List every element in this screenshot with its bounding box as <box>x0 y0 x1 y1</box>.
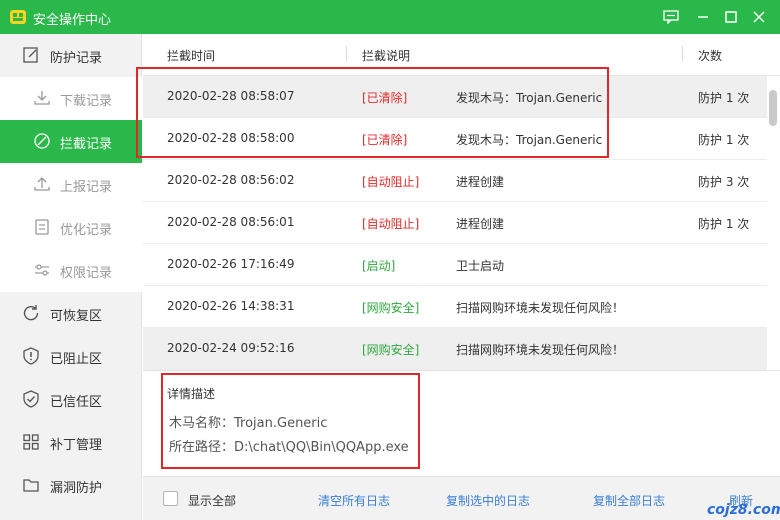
row-time: 2020-02-26 17:16:49 <box>167 257 295 271</box>
show-all-label[interactable]: 显示全部 <box>188 492 236 509</box>
table-row[interactable]: 2020-02-26 14:38:31 [网购安全] 扫描网购环境未发现任何风险… <box>143 286 767 328</box>
sidebar-item-protection-log[interactable]: 防护记录 <box>0 34 142 77</box>
sidebar-item-label: 优化记录 <box>60 223 113 238</box>
table-row[interactable]: 2020-02-24 09:52:16 [网购安全] 扫描网购环境未发现任何风险… <box>143 328 767 370</box>
sidebar-item-label: 上报记录 <box>60 180 113 195</box>
feedback-icon[interactable] <box>659 5 683 29</box>
restore-icon <box>23 305 39 321</box>
row-status-tag: [自动阻止] <box>362 175 420 189</box>
watermark: cojz8.com <box>707 502 780 518</box>
row-description: 卫士启动 <box>456 259 505 273</box>
column-header-desc[interactable]: 拦截说明 <box>362 47 410 64</box>
sidebar-item-intercept-log[interactable]: 拦截记录 <box>0 120 142 163</box>
block-icon <box>34 133 50 149</box>
row-description: 进程创建 <box>456 175 505 189</box>
row-status-tag: [自动阻止] <box>362 217 420 231</box>
sidebar-item-optimize-log[interactable]: 优化记录 <box>0 206 142 249</box>
row-count: 防护 1 次 <box>698 217 750 231</box>
sidebar-item-report-log[interactable]: 上报记录 <box>0 163 142 206</box>
sidebar-item-recoverable[interactable]: 可恢复区 <box>0 292 142 335</box>
sidebar-item-label: 下载记录 <box>60 94 113 109</box>
sidebar-item-trusted[interactable]: 已信任区 <box>0 378 142 421</box>
maximize-icon[interactable] <box>719 5 743 29</box>
grid-icon <box>23 434 39 450</box>
show-all-checkbox[interactable] <box>163 491 178 506</box>
table-row[interactable]: 2020-02-28 08:56:01 [自动阻止] 进程创建 防护 1 次 <box>143 202 767 244</box>
column-header-count[interactable]: 次数 <box>698 47 722 64</box>
highlight-box-detail <box>161 373 420 469</box>
clear-all-logs-link[interactable]: 清空所有日志 <box>318 492 390 509</box>
download-icon <box>34 91 50 105</box>
row-status-tag: [网购安全] <box>362 301 420 315</box>
table-row[interactable]: 2020-02-26 17:16:49 [启动] 卫士启动 <box>143 244 767 286</box>
upload-icon <box>34 177 50 191</box>
row-count: 防护 3 次 <box>698 175 750 189</box>
sidebar-item-blocked[interactable]: 已阻止区 <box>0 335 142 378</box>
row-count: 防护 1 次 <box>698 91 750 105</box>
sliders-icon <box>35 264 49 276</box>
app-logo-icon <box>10 10 26 24</box>
row-count: 防护 1 次 <box>698 133 750 147</box>
sidebar: 防护记录 下载记录 拦截记录 上报记录 优化记录 权限记录 可恢复区 已阻止区 … <box>0 34 142 520</box>
row-status-tag: [网购安全] <box>362 343 420 357</box>
edit-doc-icon <box>23 47 38 63</box>
copy-selected-logs-link[interactable]: 复制选中的日志 <box>446 492 530 509</box>
table-scrollbar[interactable] <box>767 76 780 370</box>
copy-all-logs-link[interactable]: 复制全部日志 <box>593 492 665 509</box>
row-description: 进程创建 <box>456 217 505 231</box>
shield-alert-icon <box>23 347 39 365</box>
sidebar-item-patch-manage[interactable]: 补丁管理 <box>0 421 142 464</box>
column-divider[interactable] <box>682 46 683 62</box>
shield-check-icon <box>23 390 39 408</box>
sidebar-item-permission-log[interactable]: 权限记录 <box>0 249 142 292</box>
sidebar-item-download-log[interactable]: 下载记录 <box>0 77 142 120</box>
sidebar-item-label: 拦截记录 <box>60 137 113 152</box>
row-time: 2020-02-26 14:38:31 <box>167 299 295 313</box>
sidebar-item-label: 防护记录 <box>50 51 103 66</box>
close-icon[interactable] <box>747 5 771 29</box>
row-description: 扫描网购环境未发现任何风险！ <box>456 301 625 315</box>
sidebar-item-label: 已信任区 <box>50 395 103 410</box>
folder-icon <box>23 479 39 492</box>
minimize-icon[interactable] <box>691 5 715 29</box>
column-divider[interactable] <box>346 46 347 62</box>
sidebar-item-label: 漏洞防护 <box>50 481 103 496</box>
sidebar-item-label: 权限记录 <box>60 266 113 281</box>
scrollbar-thumb[interactable] <box>769 90 777 126</box>
footer-bar: 显示全部 清空所有日志 复制选中的日志 复制全部日志 刷新 <box>143 476 780 520</box>
title-bar: 安全操作中心 <box>0 0 780 34</box>
table-row[interactable]: 2020-02-28 08:56:02 [自动阻止] 进程创建 防护 3 次 <box>143 160 767 202</box>
sidebar-item-label: 补丁管理 <box>50 438 103 453</box>
row-time: 2020-02-24 09:52:16 <box>167 341 295 355</box>
sidebar-item-label: 已阻止区 <box>50 352 103 367</box>
sidebar-item-label: 可恢复区 <box>50 309 103 324</box>
row-time: 2020-02-28 08:56:02 <box>167 173 295 187</box>
highlight-box-rows <box>136 67 609 158</box>
list-doc-icon <box>35 219 49 235</box>
column-header-time[interactable]: 拦截时间 <box>167 47 215 64</box>
window-title: 安全操作中心 <box>33 13 112 28</box>
row-status-tag: [启动] <box>362 259 396 273</box>
row-description: 扫描网购环境未发现任何风险！ <box>456 343 625 357</box>
row-time: 2020-02-28 08:56:01 <box>167 215 295 229</box>
sidebar-item-vuln-protect[interactable]: 漏洞防护 <box>0 464 142 507</box>
